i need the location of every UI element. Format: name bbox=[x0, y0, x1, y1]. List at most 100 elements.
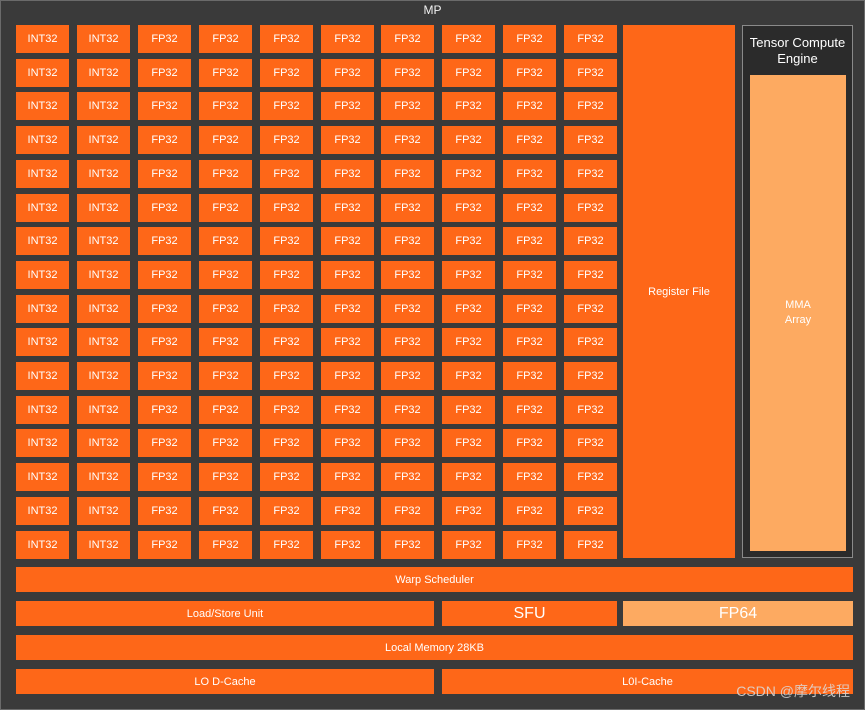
local-memory: Local Memory 28KB bbox=[16, 635, 853, 660]
fp32-core: FP32 bbox=[138, 194, 191, 222]
fp32-core: FP32 bbox=[442, 362, 495, 390]
fp32-core: FP32 bbox=[503, 194, 556, 222]
int32-core: INT32 bbox=[77, 362, 130, 390]
fp32-core: FP32 bbox=[321, 362, 374, 390]
fp32-core: FP32 bbox=[381, 25, 434, 53]
fp32-core: FP32 bbox=[260, 328, 313, 356]
int32-core: INT32 bbox=[16, 362, 69, 390]
tensor-compute-engine: Tensor Compute Engine MMA Array bbox=[742, 25, 853, 558]
fp32-core: FP32 bbox=[260, 497, 313, 525]
int32-core: INT32 bbox=[16, 194, 69, 222]
fp32-core: FP32 bbox=[199, 261, 252, 289]
fp32-core: FP32 bbox=[564, 429, 617, 457]
fp32-core: FP32 bbox=[199, 531, 252, 559]
fp32-core: FP32 bbox=[564, 160, 617, 188]
int32-core: INT32 bbox=[16, 160, 69, 188]
int32-core: INT32 bbox=[77, 261, 130, 289]
int32-core: INT32 bbox=[77, 25, 130, 53]
fp32-core: FP32 bbox=[564, 194, 617, 222]
int32-core: INT32 bbox=[77, 160, 130, 188]
fp32-core: FP32 bbox=[138, 92, 191, 120]
int32-core: INT32 bbox=[16, 227, 69, 255]
fp32-core: FP32 bbox=[503, 328, 556, 356]
fp32-core: FP32 bbox=[138, 429, 191, 457]
fp32-core: FP32 bbox=[138, 261, 191, 289]
fp32-core: FP32 bbox=[381, 362, 434, 390]
int32-core: INT32 bbox=[16, 126, 69, 154]
int32-core: INT32 bbox=[16, 463, 69, 491]
fp32-core: FP32 bbox=[503, 362, 556, 390]
sfu-unit: SFU bbox=[442, 601, 617, 626]
fp32-core: FP32 bbox=[381, 160, 434, 188]
fp32-core: FP32 bbox=[503, 59, 556, 87]
fp32-core: FP32 bbox=[199, 92, 252, 120]
fp32-core: FP32 bbox=[503, 396, 556, 424]
int32-core: INT32 bbox=[16, 328, 69, 356]
fp64-unit: FP64 bbox=[623, 601, 853, 626]
fp32-core: FP32 bbox=[321, 59, 374, 87]
int32-core: INT32 bbox=[77, 194, 130, 222]
fp32-core: FP32 bbox=[381, 328, 434, 356]
fp32-core: FP32 bbox=[321, 328, 374, 356]
fp32-core: FP32 bbox=[442, 497, 495, 525]
int32-core: INT32 bbox=[16, 59, 69, 87]
fp32-core: FP32 bbox=[381, 497, 434, 525]
fp32-core: FP32 bbox=[199, 227, 252, 255]
fp32-core: FP32 bbox=[321, 126, 374, 154]
fp32-core: FP32 bbox=[381, 227, 434, 255]
mp-diagram: MP INT32 INT32 FP32 FP32 FP32 FP32 FP32 FP32 FP3… bbox=[0, 0, 865, 710]
int32-core: INT32 bbox=[16, 497, 69, 525]
fp32-core: FP32 bbox=[503, 126, 556, 154]
fp32-core: FP32 bbox=[321, 160, 374, 188]
int32-core: INT32 bbox=[77, 531, 130, 559]
fp32-core: FP32 bbox=[503, 160, 556, 188]
fp32-core: FP32 bbox=[321, 531, 374, 559]
fp32-core: FP32 bbox=[564, 261, 617, 289]
fp32-core: FP32 bbox=[260, 25, 313, 53]
fp32-core: FP32 bbox=[321, 497, 374, 525]
fp32-core: FP32 bbox=[260, 261, 313, 289]
tensor-engine-title: Tensor Compute Engine bbox=[749, 35, 846, 66]
fp32-core: FP32 bbox=[503, 429, 556, 457]
fp32-core: FP32 bbox=[260, 429, 313, 457]
fp32-core: FP32 bbox=[564, 531, 617, 559]
int32-core: INT32 bbox=[77, 429, 130, 457]
fp32-core: FP32 bbox=[321, 25, 374, 53]
fp32-core: FP32 bbox=[199, 497, 252, 525]
int32-core: INT32 bbox=[77, 227, 130, 255]
fp32-core: FP32 bbox=[138, 126, 191, 154]
fp32-core: FP32 bbox=[564, 497, 617, 525]
fp32-core: FP32 bbox=[138, 227, 191, 255]
fp32-core: FP32 bbox=[442, 92, 495, 120]
fp32-core: FP32 bbox=[260, 463, 313, 491]
fp32-core: FP32 bbox=[564, 396, 617, 424]
fp32-core: FP32 bbox=[564, 227, 617, 255]
fp32-core: FP32 bbox=[199, 126, 252, 154]
fp32-core: FP32 bbox=[442, 227, 495, 255]
fp32-core: FP32 bbox=[442, 295, 495, 323]
fp32-core: FP32 bbox=[381, 126, 434, 154]
fp32-core: FP32 bbox=[260, 227, 313, 255]
fp32-core: FP32 bbox=[381, 92, 434, 120]
int32-core: INT32 bbox=[16, 396, 69, 424]
fp32-core: FP32 bbox=[138, 328, 191, 356]
fp32-core: FP32 bbox=[503, 261, 556, 289]
fp32-core: FP32 bbox=[381, 429, 434, 457]
int32-core: INT32 bbox=[77, 396, 130, 424]
fp32-core: FP32 bbox=[138, 463, 191, 491]
fp32-core: FP32 bbox=[138, 160, 191, 188]
fp32-core: FP32 bbox=[199, 362, 252, 390]
fp32-core: FP32 bbox=[442, 160, 495, 188]
fp32-core: FP32 bbox=[503, 25, 556, 53]
fp32-core: FP32 bbox=[381, 531, 434, 559]
fp32-core: FP32 bbox=[199, 25, 252, 53]
fp32-core: FP32 bbox=[138, 59, 191, 87]
fp32-core: FP32 bbox=[442, 261, 495, 289]
fp32-core: FP32 bbox=[138, 295, 191, 323]
fp32-core: FP32 bbox=[442, 25, 495, 53]
int32-core: INT32 bbox=[16, 25, 69, 53]
fp32-core: FP32 bbox=[321, 429, 374, 457]
int32-core: INT32 bbox=[16, 295, 69, 323]
register-file: Register File bbox=[623, 25, 735, 558]
int32-core: INT32 bbox=[77, 328, 130, 356]
